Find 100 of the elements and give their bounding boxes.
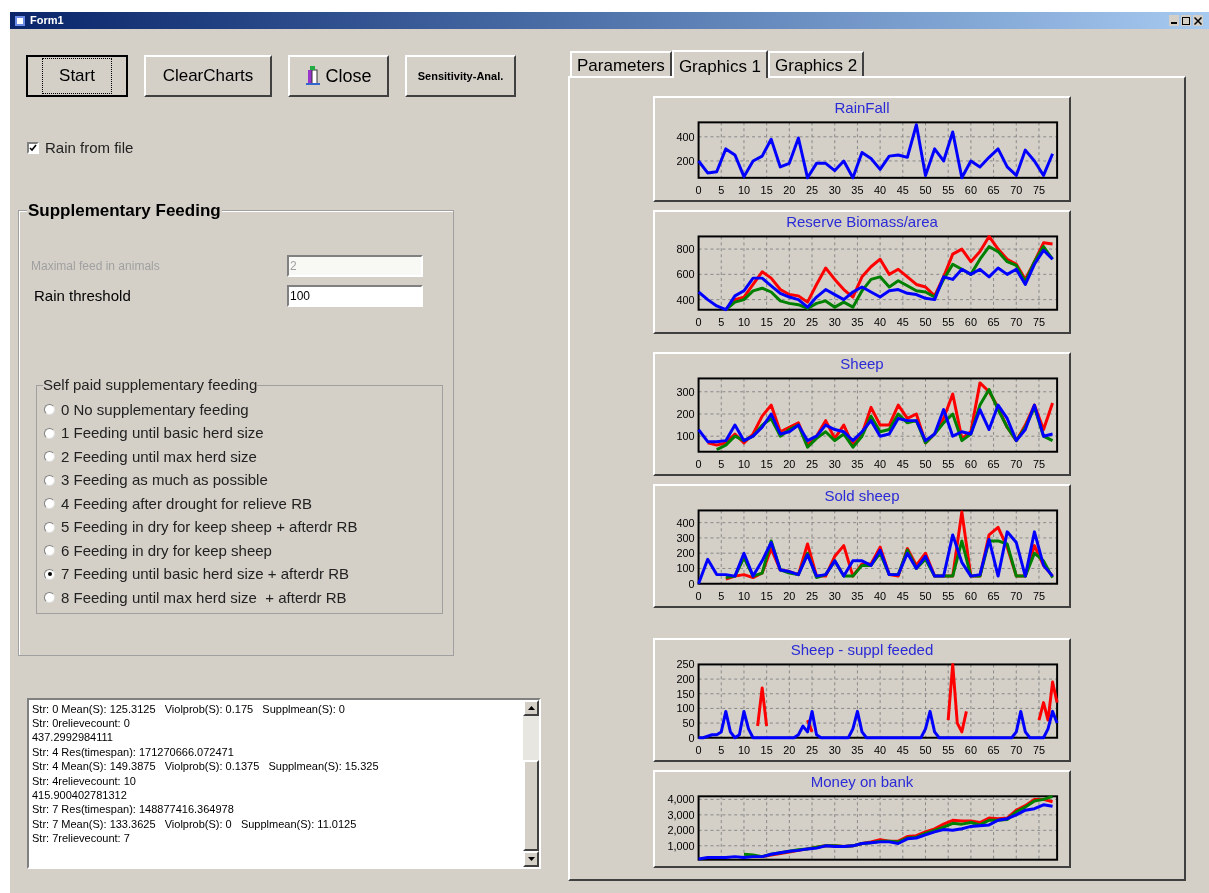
chart-title: Sheep — [840, 354, 884, 374]
axis-tick-label: 55 — [942, 457, 955, 470]
axis-tick-label: 40 — [874, 183, 887, 196]
axis-tick-label: 1,000 — [667, 839, 695, 852]
radio-label: 0 No supplementary feeding — [61, 399, 249, 420]
axis-tick-label: 60 — [964, 183, 977, 196]
axis-tick-label: 25 — [806, 743, 819, 756]
axis-tick-label: 300 — [676, 531, 695, 544]
axis-tick-label: 35 — [851, 315, 864, 328]
axis-tick-label: 65 — [987, 589, 1000, 602]
axis-tick-label: 60 — [964, 315, 977, 328]
log-line: Str: 7relievecount: 7 — [32, 831, 131, 846]
axis-tick-label: 30 — [828, 743, 841, 756]
axis-tick-label: 40 — [874, 457, 887, 470]
axis-tick-label: 150 — [676, 687, 695, 700]
axis-tick-label: 55 — [942, 589, 955, 602]
axis-tick-label: 400 — [676, 293, 695, 306]
chart-title: Sheep - suppl feeded — [790, 640, 934, 660]
axis-tick-label: 40 — [874, 743, 887, 756]
log-line: Str: 4relievecount: 10 — [32, 773, 137, 788]
axis-tick-label: 30 — [828, 315, 841, 328]
axis-tick-label: 75 — [1032, 183, 1045, 196]
axis-tick-label: 65 — [987, 457, 1000, 470]
axis-tick-label: 25 — [806, 315, 819, 328]
axis-tick-label: 50 — [682, 717, 695, 730]
axis-tick-label: 55 — [942, 315, 955, 328]
axis-tick-label: 50 — [919, 315, 932, 328]
axis-tick-label: 35 — [851, 743, 864, 756]
axis-tick-label: 45 — [896, 315, 909, 328]
axis-tick-label: 50 — [919, 589, 932, 602]
axis-tick-label: 40 — [874, 589, 887, 602]
axis-tick-label: 10 — [737, 589, 750, 602]
axis-tick-label: 0 — [695, 457, 702, 470]
axis-tick-label: 50 — [919, 183, 932, 196]
axis-tick-label: 60 — [964, 743, 977, 756]
axis-tick-label: 250 — [676, 660, 695, 671]
axis-tick-label: 30 — [828, 457, 841, 470]
axis-tick-label: 55 — [942, 743, 955, 756]
axis-tick-label: 25 — [806, 183, 819, 196]
axis-tick-label: 45 — [896, 743, 909, 756]
axis-tick-label: 55 — [942, 183, 955, 196]
axis-tick-label: 10 — [737, 743, 750, 756]
axis-tick-label: 15 — [760, 183, 773, 196]
axis-tick-label: 2,000 — [667, 824, 695, 837]
axis-tick-label: 0 — [695, 315, 702, 328]
axis-tick-label: 5 — [718, 183, 725, 196]
radio-label: 6 Feeding in dry for keep sheep — [61, 540, 272, 561]
log-line: 437.2992984111 — [32, 730, 114, 745]
field-label: Rain threshold — [33, 285, 132, 306]
checkbox-label: Rain from file — [45, 138, 134, 158]
axis-tick-label: 70 — [1010, 589, 1023, 602]
axis-tick-label: 15 — [760, 743, 773, 756]
axis-tick-label: 800 — [676, 243, 695, 256]
window-title: Form1 — [30, 13, 64, 29]
axis-tick-label: 35 — [851, 183, 864, 196]
axis-tick-label: 25 — [806, 457, 819, 470]
axis-tick-label: 0 — [695, 743, 702, 756]
axis-tick-label: 0 — [695, 589, 702, 602]
axis-tick-label: 200 — [676, 407, 695, 420]
axis-tick-label: 10 — [737, 315, 750, 328]
axis-tick-label: 50 — [919, 457, 932, 470]
axis-tick-label: 400 — [676, 516, 695, 529]
axis-tick-label: 0 — [695, 183, 702, 196]
axis-tick-label: 20 — [783, 183, 796, 196]
axis-tick-label: 75 — [1032, 457, 1045, 470]
chart-title: RainFall — [834, 98, 890, 118]
axis-tick-label: 200 — [676, 547, 695, 560]
chart-title: Money on bank — [810, 772, 914, 792]
axis-tick-label: 10 — [737, 183, 750, 196]
axis-tick-label: 65 — [987, 743, 1000, 756]
log-line: Str: 7 Res(timespan): 148877416.364978 — [32, 802, 235, 817]
radio-label: 2 Feeding until max herd size — [61, 446, 257, 467]
chart-title: Reserve Biomass/area — [786, 212, 938, 232]
axis-tick-label: 20 — [783, 589, 796, 602]
axis-tick-label: 5 — [718, 743, 725, 756]
axis-tick-label: 200 — [676, 154, 695, 167]
axis-tick-label: 100 — [676, 430, 695, 443]
log-line: Str: 4 Res(timespan): 171270666.072471 — [32, 744, 235, 760]
axis-tick-label: 30 — [828, 183, 841, 196]
axis-tick-label: 0 — [688, 731, 695, 744]
chart-title: Sold sheep — [824, 486, 900, 506]
axis-tick-label: 15 — [760, 589, 773, 602]
axis-tick-label: 75 — [1032, 315, 1045, 328]
axis-tick-label: 20 — [783, 315, 796, 328]
radio-label: 7 Feeding until basic herd size + afterdr RB — [61, 564, 350, 584]
log-line: Str: 4 Mean(S): 149.3875 Violprob(S): 0.1375 Supplmean(S): 15.325 — [32, 759, 380, 774]
radio-label: 1 Feeding until basic herd size — [61, 423, 264, 443]
axis-tick-label: 5 — [718, 589, 725, 602]
axis-tick-label: 600 — [676, 268, 695, 281]
axis-tick-label: 45 — [896, 457, 909, 470]
axis-tick-label: 100 — [676, 702, 695, 715]
axis-tick-label: 75 — [1032, 589, 1045, 602]
axis-tick-label: 200 — [676, 673, 695, 686]
axis-tick-label: 25 — [806, 589, 819, 602]
axis-tick-label: 70 — [1010, 315, 1023, 328]
axis-tick-label: 65 — [987, 183, 1000, 196]
axis-tick-label: 70 — [1010, 457, 1023, 470]
axis-tick-label: 20 — [783, 457, 796, 470]
log-line: Str: 0 Mean(S): 125.3125 Violprob(S): 0.175 Supplmean(S): 0 — [32, 701, 346, 716]
group-title: Self paid supplementary feeding — [43, 376, 258, 394]
